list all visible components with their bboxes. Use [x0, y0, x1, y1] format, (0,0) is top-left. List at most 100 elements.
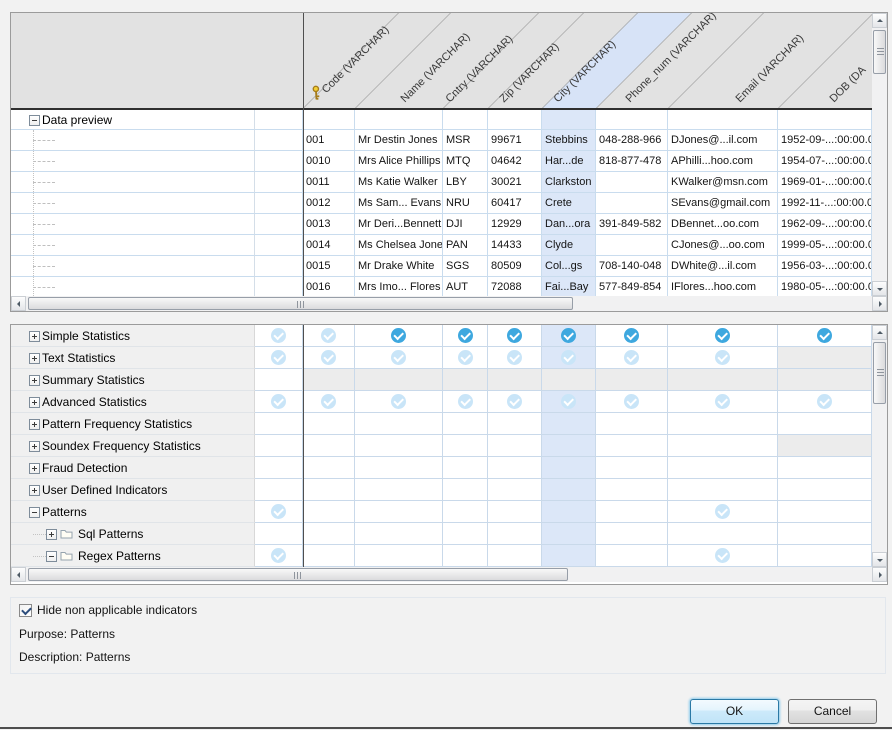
indicator-cell-rowcheck[interactable]	[255, 369, 303, 391]
indicator-cell-name[interactable]	[355, 523, 443, 545]
data-row[interactable]: 0016Mrs Imo... FloresAUT72088Fai...Bay57…	[11, 277, 872, 296]
indicator-cell-email[interactable]	[668, 369, 778, 391]
tree-root-row[interactable]: Data preview	[11, 110, 872, 130]
indicator-cell-cntry[interactable]	[443, 479, 488, 501]
indicator-cell-rowcheck[interactable]	[255, 347, 303, 369]
cancel-button[interactable]: Cancel	[788, 699, 877, 724]
scrollbar-thumb[interactable]	[873, 30, 886, 74]
indicator-cell-phone[interactable]	[596, 457, 668, 479]
indicator-cell-rowcheck[interactable]	[255, 545, 303, 567]
indicator-cell-zip[interactable]	[488, 545, 542, 567]
indicator-cell-cntry[interactable]	[443, 523, 488, 545]
indicator-cell-code[interactable]	[303, 523, 355, 545]
indicator-cell-city[interactable]	[542, 479, 596, 501]
indicator-cell-phone[interactable]	[596, 391, 668, 413]
indicator-cell-phone[interactable]	[596, 413, 668, 435]
preview-vertical-scrollbar[interactable]	[872, 13, 887, 296]
indicator-cell-name[interactable]	[355, 369, 443, 391]
indicator-cell-city[interactable]	[542, 391, 596, 413]
indicator-cell-dob[interactable]	[778, 479, 872, 501]
indicator-cell-zip[interactable]	[488, 523, 542, 545]
indicator-cell-code[interactable]	[303, 501, 355, 523]
plus-expander-icon[interactable]	[29, 353, 40, 364]
indicator-cell-dob[interactable]	[778, 545, 872, 567]
indicator-cell-code[interactable]	[303, 347, 355, 369]
scroll-right-arrow[interactable]	[872, 296, 887, 311]
indicator-cell-rowcheck[interactable]	[255, 523, 303, 545]
indicator-cell-code[interactable]	[303, 391, 355, 413]
indicator-cell-dob[interactable]	[778, 413, 872, 435]
indicator-cell-email[interactable]	[668, 457, 778, 479]
indicator-cell-email[interactable]	[668, 391, 778, 413]
scrollbar-thumb[interactable]	[28, 297, 573, 310]
indicator-cell-email[interactable]	[668, 413, 778, 435]
indicator-cell-zip[interactable]	[488, 479, 542, 501]
indicator-cell-name[interactable]	[355, 501, 443, 523]
plus-expander-icon[interactable]	[29, 397, 40, 408]
indicator-cell-phone[interactable]	[596, 479, 668, 501]
indicator-cell-city[interactable]	[542, 523, 596, 545]
indicator-cell-zip[interactable]	[488, 457, 542, 479]
scroll-left-arrow[interactable]	[11, 296, 26, 311]
indicator-cell-name[interactable]	[355, 545, 443, 567]
indicator-cell-city[interactable]	[542, 435, 596, 457]
plus-expander-icon[interactable]	[29, 463, 40, 474]
scroll-up-arrow[interactable]	[872, 325, 887, 340]
indicator-cell-cntry[interactable]	[443, 413, 488, 435]
indicator-cell-phone[interactable]	[596, 523, 668, 545]
indicator-cell-dob[interactable]	[778, 435, 872, 457]
indicator-cell-cntry[interactable]	[443, 325, 488, 347]
indicator-cell-city[interactable]	[542, 501, 596, 523]
indicator-cell-phone[interactable]	[596, 435, 668, 457]
indicator-cell-code[interactable]	[303, 479, 355, 501]
indicator-cell-dob[interactable]	[778, 391, 872, 413]
indicator-cell-phone[interactable]	[596, 545, 668, 567]
indicator-cell-code[interactable]	[303, 457, 355, 479]
indicator-cell-city[interactable]	[542, 325, 596, 347]
plus-expander-icon[interactable]	[29, 375, 40, 386]
data-row[interactable]: 001Mr Destin JonesMSR99671Stebbins048-28…	[11, 130, 872, 151]
scrollbar-thumb[interactable]	[28, 568, 568, 581]
indicator-cell-dob[interactable]	[778, 523, 872, 545]
indicator-cell-code[interactable]	[303, 325, 355, 347]
data-row[interactable]: 0013Mr Deri...BennettDJI12929Dan...ora39…	[11, 214, 872, 235]
indicator-cell-rowcheck[interactable]	[255, 501, 303, 523]
matrix-vertical-scrollbar[interactable]	[872, 325, 887, 567]
indicator-cell-phone[interactable]	[596, 501, 668, 523]
preview-horizontal-scrollbar[interactable]	[11, 296, 887, 311]
indicator-cell-code[interactable]	[303, 413, 355, 435]
indicator-cell-zip[interactable]	[488, 435, 542, 457]
indicator-cell-zip[interactable]	[488, 391, 542, 413]
scroll-down-arrow[interactable]	[872, 552, 887, 567]
scroll-left-arrow[interactable]	[11, 567, 26, 582]
indicator-cell-dob[interactable]	[778, 457, 872, 479]
indicator-cell-zip[interactable]	[488, 347, 542, 369]
indicator-cell-email[interactable]	[668, 435, 778, 457]
indicator-cell-name[interactable]	[355, 413, 443, 435]
indicator-cell-rowcheck[interactable]	[255, 479, 303, 501]
indicator-cell-city[interactable]	[542, 369, 596, 391]
indicator-cell-rowcheck[interactable]	[255, 391, 303, 413]
indicator-cell-name[interactable]	[355, 347, 443, 369]
indicator-cell-zip[interactable]	[488, 369, 542, 391]
scroll-down-arrow[interactable]	[872, 281, 887, 296]
plus-expander-icon[interactable]	[29, 441, 40, 452]
indicator-cell-dob[interactable]	[778, 325, 872, 347]
indicator-cell-city[interactable]	[542, 457, 596, 479]
indicator-cell-cntry[interactable]	[443, 347, 488, 369]
indicator-cell-city[interactable]	[542, 545, 596, 567]
indicator-cell-dob[interactable]	[778, 369, 872, 391]
hide-non-applicable-checkbox[interactable]	[19, 604, 32, 617]
matrix-horizontal-scrollbar[interactable]	[11, 567, 887, 582]
data-row[interactable]: 0010Mrs Alice PhillipsMTQ04642Har...de81…	[11, 151, 872, 172]
indicator-cell-cntry[interactable]	[443, 501, 488, 523]
indicator-cell-email[interactable]	[668, 347, 778, 369]
plus-expander-icon[interactable]	[29, 419, 40, 430]
collapse-expander-icon[interactable]	[29, 115, 40, 126]
indicator-cell-name[interactable]	[355, 391, 443, 413]
plus-expander-icon[interactable]	[46, 529, 57, 540]
scrollbar-thumb[interactable]	[873, 342, 886, 404]
minus-expander-icon[interactable]	[46, 551, 57, 562]
indicator-cell-rowcheck[interactable]	[255, 457, 303, 479]
indicator-cell-city[interactable]	[542, 413, 596, 435]
